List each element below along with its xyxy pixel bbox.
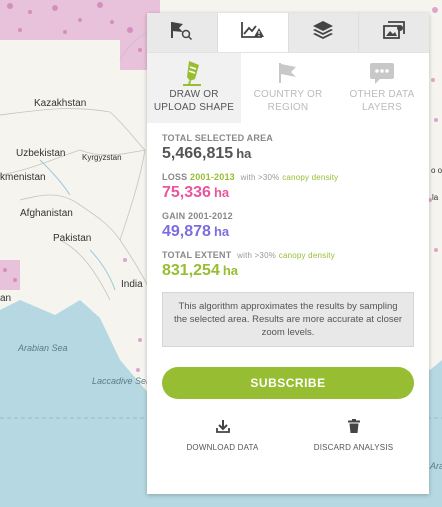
- mode-country-region[interactable]: COUNTRY OR REGION: [241, 53, 335, 123]
- stat-total-area-number: 5,466,815: [162, 145, 234, 162]
- stat-gain-value: 49,878 ha: [162, 223, 414, 241]
- download-data-label: DOWNLOAD DATA: [186, 443, 259, 452]
- stat-total-area-title: TOTAL SELECTED AREA: [162, 133, 273, 143]
- mode-draw-shape-line2: UPLOAD SHAPE: [153, 102, 235, 113]
- stat-extent-value: 831,254 ha: [162, 262, 414, 280]
- analysis-chart-icon: [240, 20, 266, 45]
- discard-analysis-button[interactable]: DISCARD ANALYSIS: [288, 419, 419, 452]
- stat-gain-title: GAIN 2001-2012: [162, 211, 233, 221]
- stat-extent-with: with >30%: [237, 251, 277, 260]
- stat-loss-value: 75,336 ha: [162, 184, 414, 202]
- map-label-partial-right-mid: la: [432, 193, 439, 202]
- discard-analysis-label: DISCARD ANALYSIS: [313, 443, 394, 452]
- stat-extent: TOTAL EXTENT with >30% canopy density 83…: [162, 250, 414, 280]
- analysis-mode-nav: DRAW OR UPLOAD SHAPE COUNTRY OR REGION O…: [147, 53, 429, 123]
- analysis-panel: DRAW OR UPLOAD SHAPE COUNTRY OR REGION O…: [147, 13, 429, 494]
- stat-loss-canopy-link[interactable]: canopy density: [282, 173, 338, 182]
- mode-country-line1: COUNTRY OR: [253, 89, 323, 100]
- stat-loss-with: with >30%: [240, 173, 280, 182]
- stat-extent-canopy-link[interactable]: canopy density: [279, 251, 335, 260]
- map-label-india: India: [121, 279, 143, 290]
- image-gallery-icon: [382, 20, 406, 45]
- tab-images[interactable]: [359, 13, 429, 52]
- stat-extent-number: 831,254: [162, 262, 220, 279]
- flag-icon: [276, 59, 300, 87]
- comment-icon: [369, 59, 395, 87]
- mode-other-layers[interactable]: OTHER DATA LAYERS: [335, 53, 429, 123]
- mode-draw-shape-line1: DRAW OR: [169, 89, 219, 100]
- map-label-kazakhstan: Kazakhstan: [34, 98, 87, 109]
- flag-search-icon: [169, 20, 195, 45]
- trash-icon: [347, 419, 360, 438]
- stat-gain: GAIN 2001-2012 49,878 ha: [162, 211, 414, 241]
- panel-tabs: [147, 13, 429, 53]
- stat-extent-unit: ha: [222, 263, 239, 278]
- map-label-kyrgyzstan: Kyrgyzstan: [82, 153, 122, 162]
- subscribe-button[interactable]: SUBSCRIBE: [162, 367, 414, 399]
- map-label-pakistan: Pakistan: [53, 233, 92, 244]
- algorithm-note: This algorithm approximates the results …: [162, 292, 414, 347]
- map-label-laccadive-sea: Laccadive Sea: [92, 376, 152, 386]
- map-label-partial-right-bottom: Ara: [430, 461, 442, 471]
- mode-other-line1: OTHER DATA: [349, 89, 415, 100]
- mode-country-line2: REGION: [267, 102, 309, 113]
- stat-gain-number: 49,878: [162, 223, 211, 240]
- analysis-actions: DOWNLOAD DATA DISCARD ANALYSIS: [147, 419, 429, 452]
- map-label-afghanistan: Afghanistan: [20, 208, 73, 219]
- layers-icon: [312, 20, 334, 45]
- stat-loss-label: LOSS: [162, 172, 188, 182]
- stat-loss-title: LOSS 2001-2013 with >30% canopy density: [162, 172, 414, 182]
- mode-other-line2: LAYERS: [362, 102, 402, 113]
- stat-extent-title: TOTAL EXTENT with >30% canopy density: [162, 250, 414, 260]
- stat-total-area-value: 5,466,815 ha: [162, 145, 414, 163]
- map-label-partial-right-top: o ol: [431, 166, 442, 175]
- mode-draw-shape[interactable]: DRAW OR UPLOAD SHAPE: [147, 53, 241, 123]
- draw-shape-icon: [181, 59, 207, 87]
- stat-loss: LOSS 2001-2013 with >30% canopy density …: [162, 172, 414, 202]
- map-label-turkmenistan: kmenistan: [0, 172, 46, 183]
- stat-total-area-unit: ha: [236, 146, 252, 161]
- download-data-button[interactable]: DOWNLOAD DATA: [157, 419, 288, 452]
- stat-extent-label: TOTAL EXTENT: [162, 250, 232, 260]
- stat-loss-unit: ha: [213, 185, 230, 200]
- map-label-partial-left: an: [0, 293, 12, 304]
- tab-search-location[interactable]: [147, 13, 218, 52]
- map-label-uzbekistan: Uzbekistan: [16, 148, 66, 159]
- map-label-arabian-sea: Arabian Sea: [18, 343, 68, 353]
- tab-layers[interactable]: [289, 13, 360, 52]
- tab-analysis[interactable]: [217, 13, 289, 52]
- stat-gain-unit: ha: [213, 224, 230, 239]
- stat-loss-years: 2001-2013: [190, 172, 235, 182]
- stat-loss-number: 75,336: [162, 184, 211, 201]
- stat-total-area: TOTAL SELECTED AREA 5,466,815 ha: [162, 133, 414, 163]
- stats-section: TOTAL SELECTED AREA 5,466,815 ha LOSS 200…: [147, 123, 429, 280]
- download-icon: [215, 419, 230, 438]
